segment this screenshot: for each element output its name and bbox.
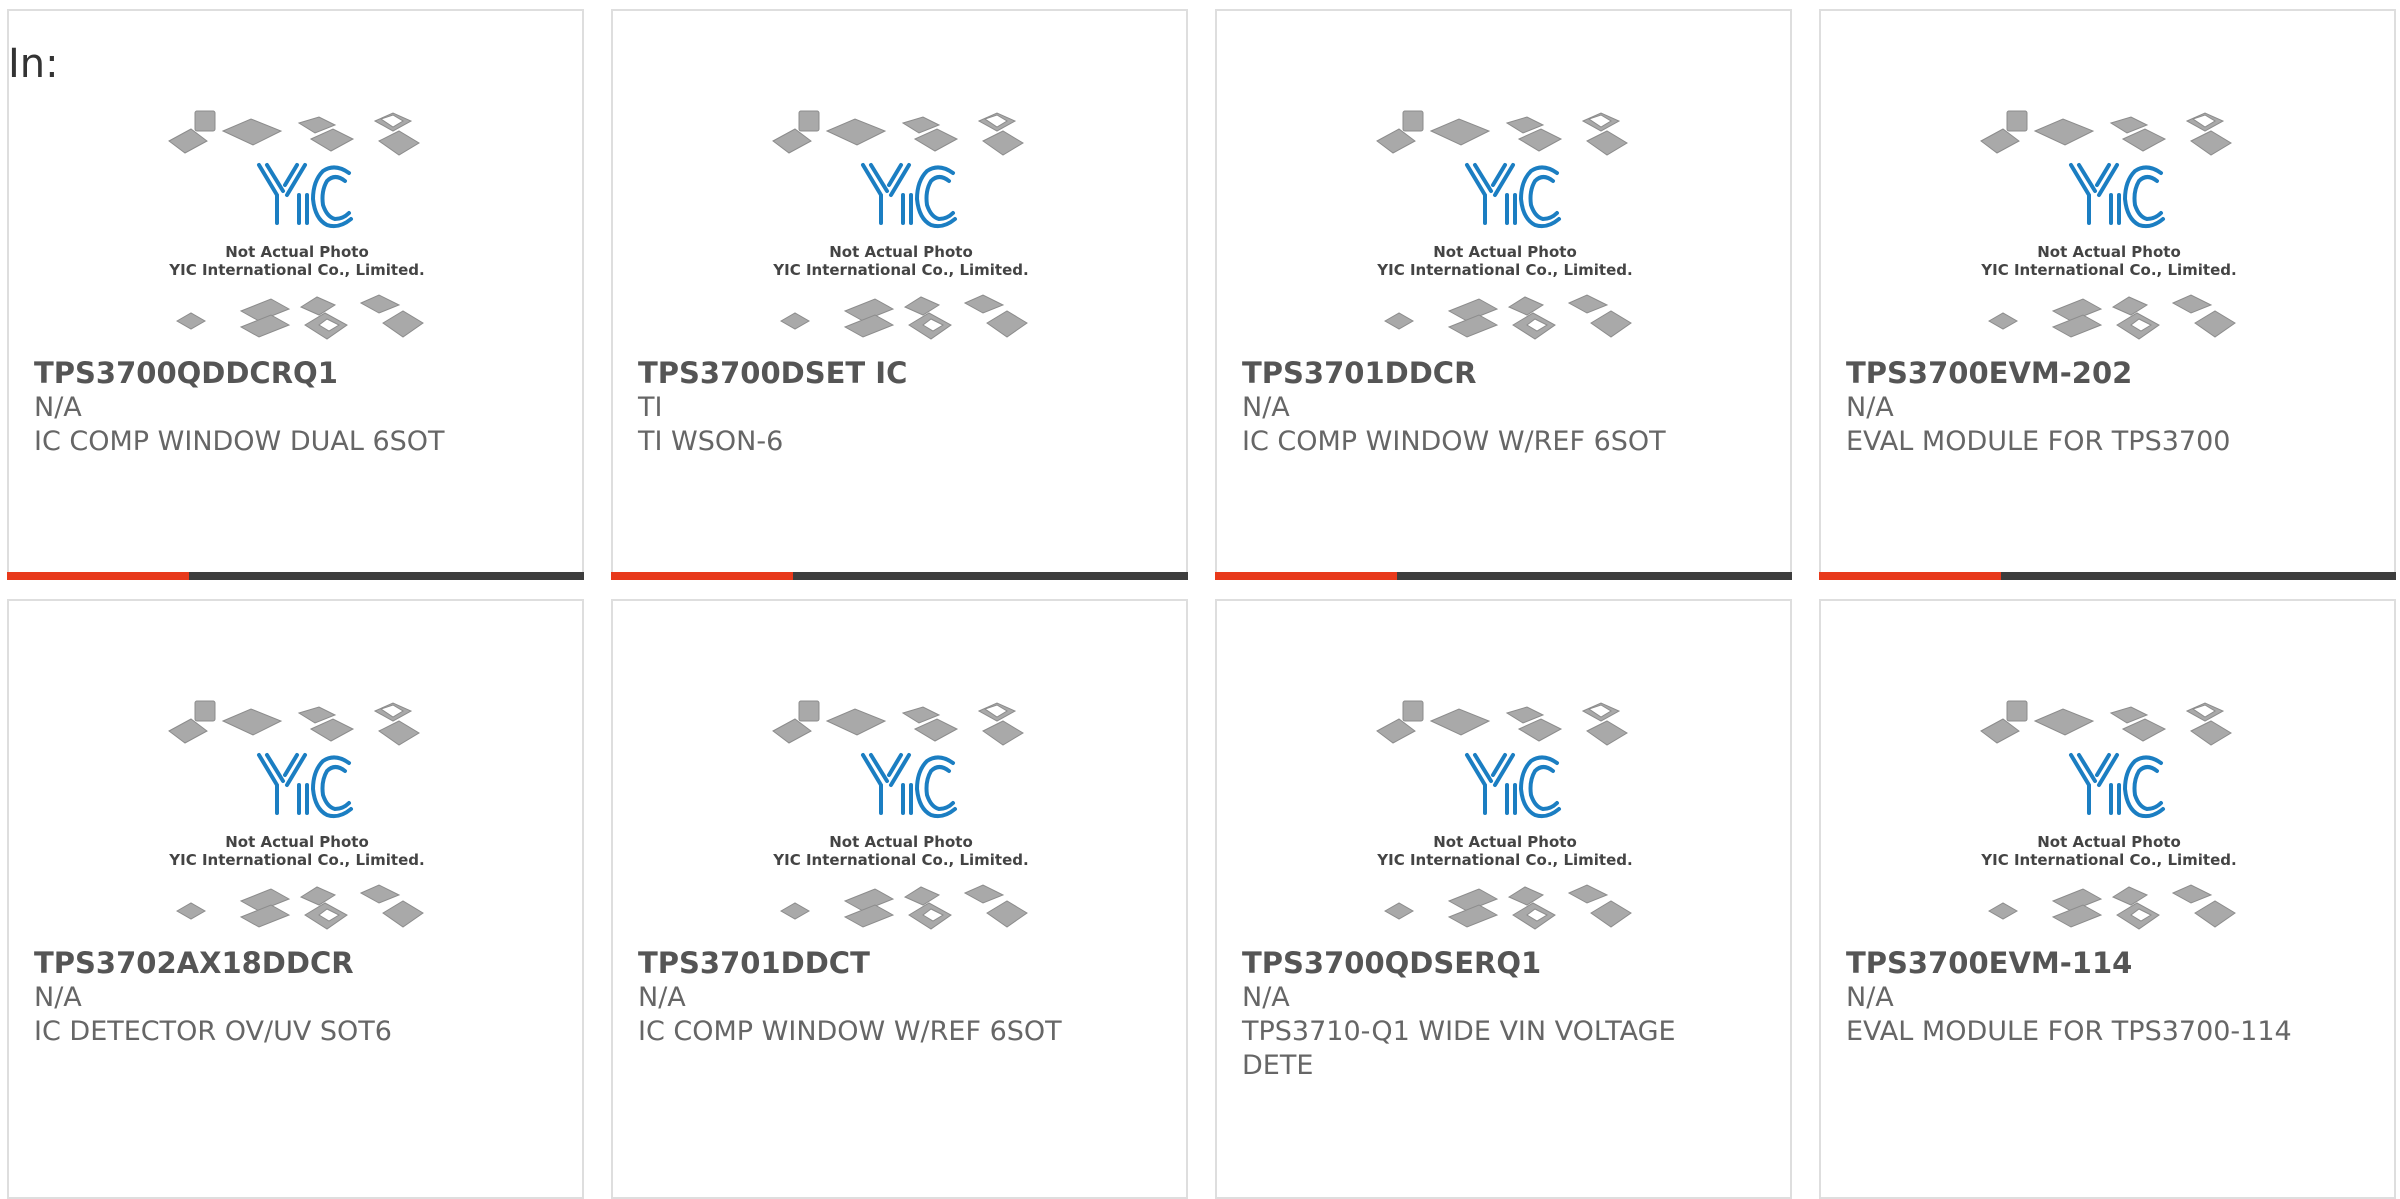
product-part-number[interactable]: TPS3701DDCT (638, 945, 1158, 981)
card-accent-segment (1819, 572, 2001, 580)
product-card[interactable]: Not Actual Photo YIC International Co., … (7, 9, 584, 580)
placeholder-caption-line2: YIC International Co., Limited. (168, 851, 424, 869)
product-part-number[interactable]: TPS3700EVM-114 (1846, 945, 2366, 981)
product-photo[interactable]: Not Actual Photo YIC International Co., … (1821, 99, 2394, 359)
product-description: TPS3710-Q1 WIDE VIN VOLTAGE DETE (1242, 1016, 1676, 1081)
product-description: IC DETECTOR OV/UV SOT6 (34, 1016, 392, 1047)
placeholder-caption-line1: Not Actual Photo (1433, 243, 1577, 261)
placeholder-caption-line1: Not Actual Photo (829, 243, 973, 261)
product-card[interactable]: Not Actual Photo YIC International Co., … (1215, 9, 1792, 580)
filter-label: In: (8, 41, 59, 87)
product-brand: N/A (34, 982, 82, 1013)
placeholder-caption-line2: YIC International Co., Limited. (1376, 851, 1632, 869)
placeholder-caption-line1: Not Actual Photo (2037, 243, 2181, 261)
product-description: TI WSON-6 (638, 426, 784, 457)
card-accent-segment (611, 572, 793, 580)
product-brand: N/A (34, 392, 82, 423)
card-accent-bar (1215, 572, 1792, 580)
card-accent-bar (7, 572, 584, 580)
product-part-number[interactable]: TPS3700QDDCRQ1 (34, 355, 554, 391)
placeholder-caption-line1: Not Actual Photo (225, 833, 369, 851)
product-photo[interactable]: Not Actual Photo YIC International Co., … (613, 99, 1186, 359)
card-accent-segment (1215, 572, 1397, 580)
card-accent-bar (1819, 572, 2396, 580)
product-brand: N/A (1242, 982, 1290, 1013)
card-accent-bar (611, 572, 1188, 580)
product-description: EVAL MODULE FOR TPS3700-114 (1846, 1016, 2292, 1047)
product-photo[interactable]: Not Actual Photo YIC International Co., … (1821, 689, 2394, 949)
card-accent-segment (7, 572, 189, 580)
product-photo[interactable]: Not Actual Photo YIC International Co., … (9, 689, 582, 949)
placeholder-caption-line2: YIC International Co., Limited. (1980, 261, 2236, 279)
product-card[interactable]: Not Actual Photo YIC International Co., … (611, 9, 1188, 580)
product-description: EVAL MODULE FOR TPS3700 (1846, 426, 2231, 457)
product-brand: TI (638, 392, 663, 423)
product-card[interactable]: Not Actual Photo YIC International Co., … (1819, 9, 2396, 580)
product-brand: N/A (1846, 392, 1894, 423)
product-part-number[interactable]: TPS3702AX18DDCR (34, 945, 554, 981)
product-part-number[interactable]: TPS3700EVM-202 (1846, 355, 2366, 391)
product-part-number[interactable]: TPS3700DSET IC (638, 355, 1158, 391)
placeholder-caption-line2: YIC International Co., Limited. (168, 261, 424, 279)
product-photo[interactable]: Not Actual Photo YIC International Co., … (1217, 689, 1790, 949)
placeholder-caption-line2: YIC International Co., Limited. (772, 261, 1028, 279)
placeholder-caption-line2: YIC International Co., Limited. (1980, 851, 2236, 869)
product-card[interactable]: Not Actual Photo YIC International Co., … (1215, 599, 1792, 1199)
placeholder-caption-line1: Not Actual Photo (1433, 833, 1577, 851)
product-description: IC COMP WINDOW W/REF 6SOT (1242, 426, 1666, 457)
product-description: IC COMP WINDOW DUAL 6SOT (34, 426, 445, 457)
placeholder-caption-line1: Not Actual Photo (2037, 833, 2181, 851)
product-card[interactable]: Not Actual Photo YIC International Co., … (7, 599, 584, 1199)
product-photo[interactable]: Not Actual Photo YIC International Co., … (613, 689, 1186, 949)
product-brand: N/A (1846, 982, 1894, 1013)
product-card[interactable]: Not Actual Photo YIC International Co., … (611, 599, 1188, 1199)
product-brand: N/A (638, 982, 686, 1013)
product-description: IC COMP WINDOW W/REF 6SOT (638, 1016, 1062, 1047)
product-photo[interactable]: Not Actual Photo YIC International Co., … (1217, 99, 1790, 359)
placeholder-caption-line2: YIC International Co., Limited. (1376, 261, 1632, 279)
placeholder-caption-line2: YIC International Co., Limited. (772, 851, 1028, 869)
product-card[interactable]: Not Actual Photo YIC International Co., … (1819, 599, 2396, 1199)
placeholder-caption-line1: Not Actual Photo (829, 833, 973, 851)
placeholder-caption-line1: Not Actual Photo (225, 243, 369, 261)
product-part-number[interactable]: TPS3700QDSERQ1 (1242, 945, 1762, 981)
product-photo[interactable]: Not Actual Photo YIC International Co., … (9, 99, 582, 359)
product-part-number[interactable]: TPS3701DDCR (1242, 355, 1762, 391)
product-brand: N/A (1242, 392, 1290, 423)
